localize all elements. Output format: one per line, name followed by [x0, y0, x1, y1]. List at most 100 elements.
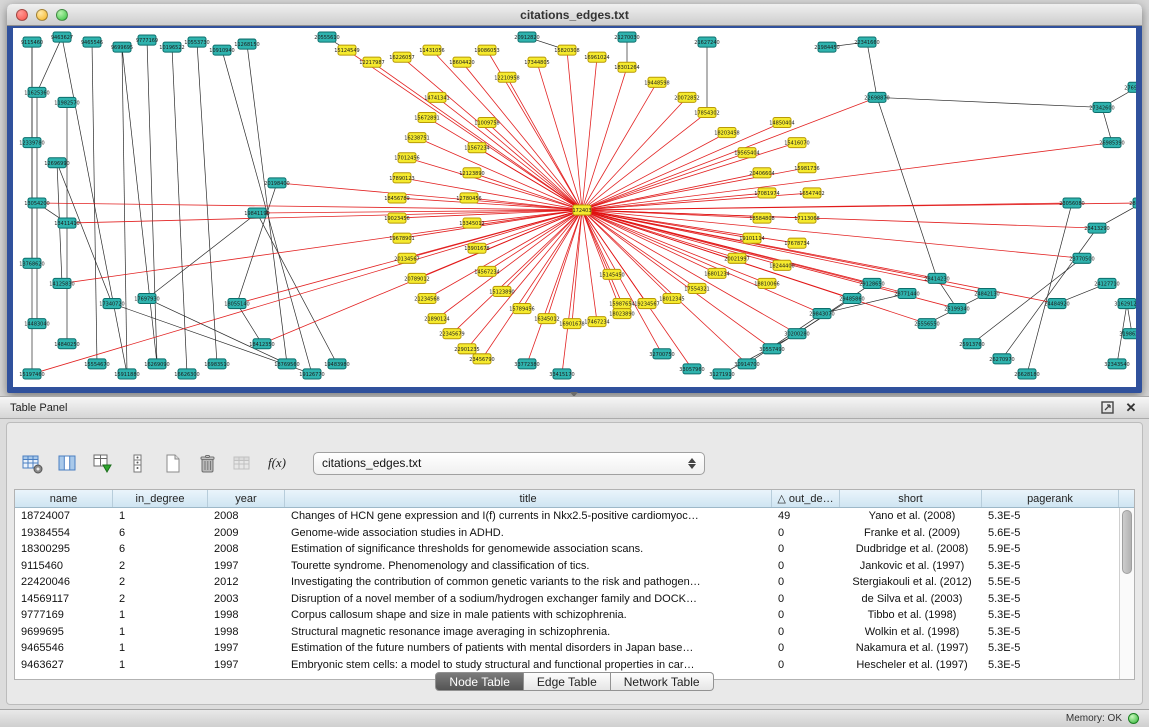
graph-node[interactable]: 16226057 — [389, 52, 414, 62]
column-header[interactable]: title — [285, 490, 772, 507]
table-settings-icon[interactable] — [19, 450, 45, 476]
graph-node[interactable]: 22345679 — [439, 329, 464, 339]
graph-edge-selected[interactable] — [582, 82, 657, 210]
tab-edge-table[interactable]: Edge Table — [524, 672, 611, 691]
graph-node[interactable]: 23770500 — [1069, 253, 1094, 263]
graph-node[interactable]: 16345012 — [534, 314, 559, 324]
graph-node[interactable]: 33772380 — [514, 359, 539, 369]
graph-edge-selected[interactable] — [462, 62, 582, 210]
graph-node[interactable]: 19086053 — [474, 45, 499, 55]
graph-node[interactable]: 17854302 — [694, 107, 719, 117]
graph-node[interactable]: 19678901 — [389, 233, 414, 243]
graph-edge-selected[interactable] — [582, 97, 877, 210]
graph-node[interactable]: 13411410 — [54, 218, 79, 228]
graph-node[interactable]: 11431056 — [419, 45, 444, 55]
graph-node[interactable]: 15124549 — [334, 45, 359, 55]
graph-node[interactable]: 19483980 — [324, 359, 349, 369]
graph-node[interactable]: 17113068 — [794, 213, 819, 223]
graph-node[interactable]: 15197460 — [19, 369, 44, 379]
network-graph[interactable]: 172403 1512454912217987 16226057 11431056 18… — [13, 28, 1136, 387]
graph-node[interactable]: 15911880 — [114, 369, 139, 379]
graph-node[interactable]: 13054200 — [24, 198, 49, 208]
graph-node[interactable]: 21984450 — [814, 42, 839, 52]
graph-node[interactable]: 16547402 — [799, 188, 824, 198]
graph-node[interactable]: 27342600 — [1089, 102, 1114, 112]
graph-node[interactable]: 32700750 — [649, 349, 674, 359]
graph-node[interactable]: 30557490 — [759, 344, 784, 354]
graph-edge[interactable] — [147, 299, 287, 364]
graph-node[interactable]: 33415170 — [549, 369, 574, 379]
graph-node[interactable]: 11009758 — [474, 117, 499, 127]
graph-edge[interactable] — [877, 97, 1102, 107]
graph-edge[interactable] — [237, 183, 277, 304]
graph-edge-selected[interactable] — [427, 210, 582, 298]
zoom-window-button[interactable] — [56, 9, 68, 21]
graph-node[interactable]: 20555610 — [314, 32, 339, 42]
graph-node[interactable]: 20198400 — [264, 178, 289, 188]
graph-node[interactable]: 26628180 — [1014, 369, 1039, 379]
graph-node[interactable]: 11268150 — [234, 39, 259, 49]
graph-node[interactable]: 9777169 — [136, 35, 158, 45]
graph-node[interactable]: 9115460 — [21, 37, 43, 47]
graph-node[interactable]: 15672891 — [414, 112, 439, 122]
graph-node[interactable]: 11982570 — [54, 97, 79, 107]
graph-node[interactable]: 172403 — [572, 205, 591, 215]
window-titlebar[interactable]: citations_edges.txt — [7, 4, 1142, 26]
graph-edge-selected[interactable] — [582, 143, 1112, 210]
graph-node[interactable]: 27699810 — [1124, 82, 1136, 92]
graph-node[interactable]: 16269090 — [144, 359, 169, 369]
table-row[interactable]: 946362711997Embryonic stem cells: a mode… — [15, 657, 1119, 674]
graph-node[interactable]: 18023890 — [609, 309, 634, 319]
graph-node[interactable]: 22341660 — [854, 37, 879, 47]
graph-node[interactable]: 25556550 — [914, 319, 939, 329]
graph-node[interactable]: 13768620 — [19, 258, 44, 268]
graph-node[interactable]: 31629120 — [1114, 299, 1136, 309]
network-canvas[interactable]: 172403 1512454912217987 16226057 11431056 18… — [13, 28, 1136, 387]
graph-node[interactable]: 20021997 — [724, 253, 749, 263]
graph-node[interactable]: 17012456 — [394, 153, 419, 163]
graph-node[interactable]: 29485860 — [839, 293, 864, 303]
graph-node[interactable]: 20072852 — [674, 92, 699, 102]
graph-node[interactable]: 13345012 — [459, 218, 484, 228]
tab-node-table[interactable]: Node Table — [435, 672, 524, 691]
graph-node[interactable]: 15554670 — [84, 359, 109, 369]
tab-network-table[interactable]: Network Table — [611, 672, 714, 691]
table-row[interactable]: 1872400712008Changes of HCN gene express… — [15, 508, 1119, 525]
graph-edge[interactable] — [92, 42, 97, 364]
table-row[interactable]: 2242004622012Investigating the contribut… — [15, 574, 1119, 591]
graph-edge-selected[interactable] — [417, 138, 582, 210]
graph-node[interactable]: 29843070 — [809, 309, 834, 319]
graph-node[interactable]: 10196522 — [159, 42, 184, 52]
graph-node[interactable]: 16238751 — [404, 133, 429, 143]
graph-node[interactable]: 19565404 — [734, 148, 759, 158]
scrollbar-thumb[interactable] — [1122, 510, 1132, 574]
function-builder-button[interactable]: f(x) — [264, 450, 290, 476]
graph-node[interactable]: 31986330 — [1119, 329, 1136, 339]
graph-node[interactable]: 14741341 — [424, 92, 449, 102]
graph-node[interactable]: 16801234 — [704, 268, 729, 278]
graph-node[interactable]: 16901678 — [559, 319, 584, 329]
graph-node[interactable]: 11567234 — [464, 143, 489, 153]
graph-node[interactable]: 18769560 — [274, 359, 299, 369]
graph-edge-selected[interactable] — [347, 50, 582, 210]
graph-node[interactable]: 17678734 — [784, 238, 809, 248]
column-chooser-icon[interactable] — [54, 450, 80, 476]
graph-node[interactable]: 22901235 — [454, 344, 479, 354]
table-row[interactable]: 1830029562008Estimation of significance … — [15, 541, 1119, 558]
graph-node[interactable]: 11625360 — [24, 87, 49, 97]
close-window-button[interactable] — [16, 9, 28, 21]
graph-edge[interactable] — [1027, 203, 1072, 374]
table-row[interactable]: 1938455462009Genome-wide association stu… — [15, 525, 1119, 542]
graph-node[interactable]: 31271910 — [709, 369, 734, 379]
graph-node[interactable]: 16626300 — [174, 369, 199, 379]
graph-node[interactable]: 25913760 — [959, 339, 984, 349]
graph-node[interactable]: 19101114 — [739, 233, 764, 243]
graph-edge-selected[interactable] — [487, 123, 582, 210]
graph-node[interactable]: 15987654 — [609, 299, 634, 309]
graph-node[interactable]: 12217987 — [359, 57, 384, 67]
graph-edge-selected[interactable] — [507, 77, 582, 210]
column-header[interactable]: short — [840, 490, 982, 507]
graph-node[interactable]: 21627240 — [694, 37, 719, 47]
graph-node[interactable]: 17340720 — [99, 299, 124, 309]
column-header[interactable]: year — [208, 490, 285, 507]
